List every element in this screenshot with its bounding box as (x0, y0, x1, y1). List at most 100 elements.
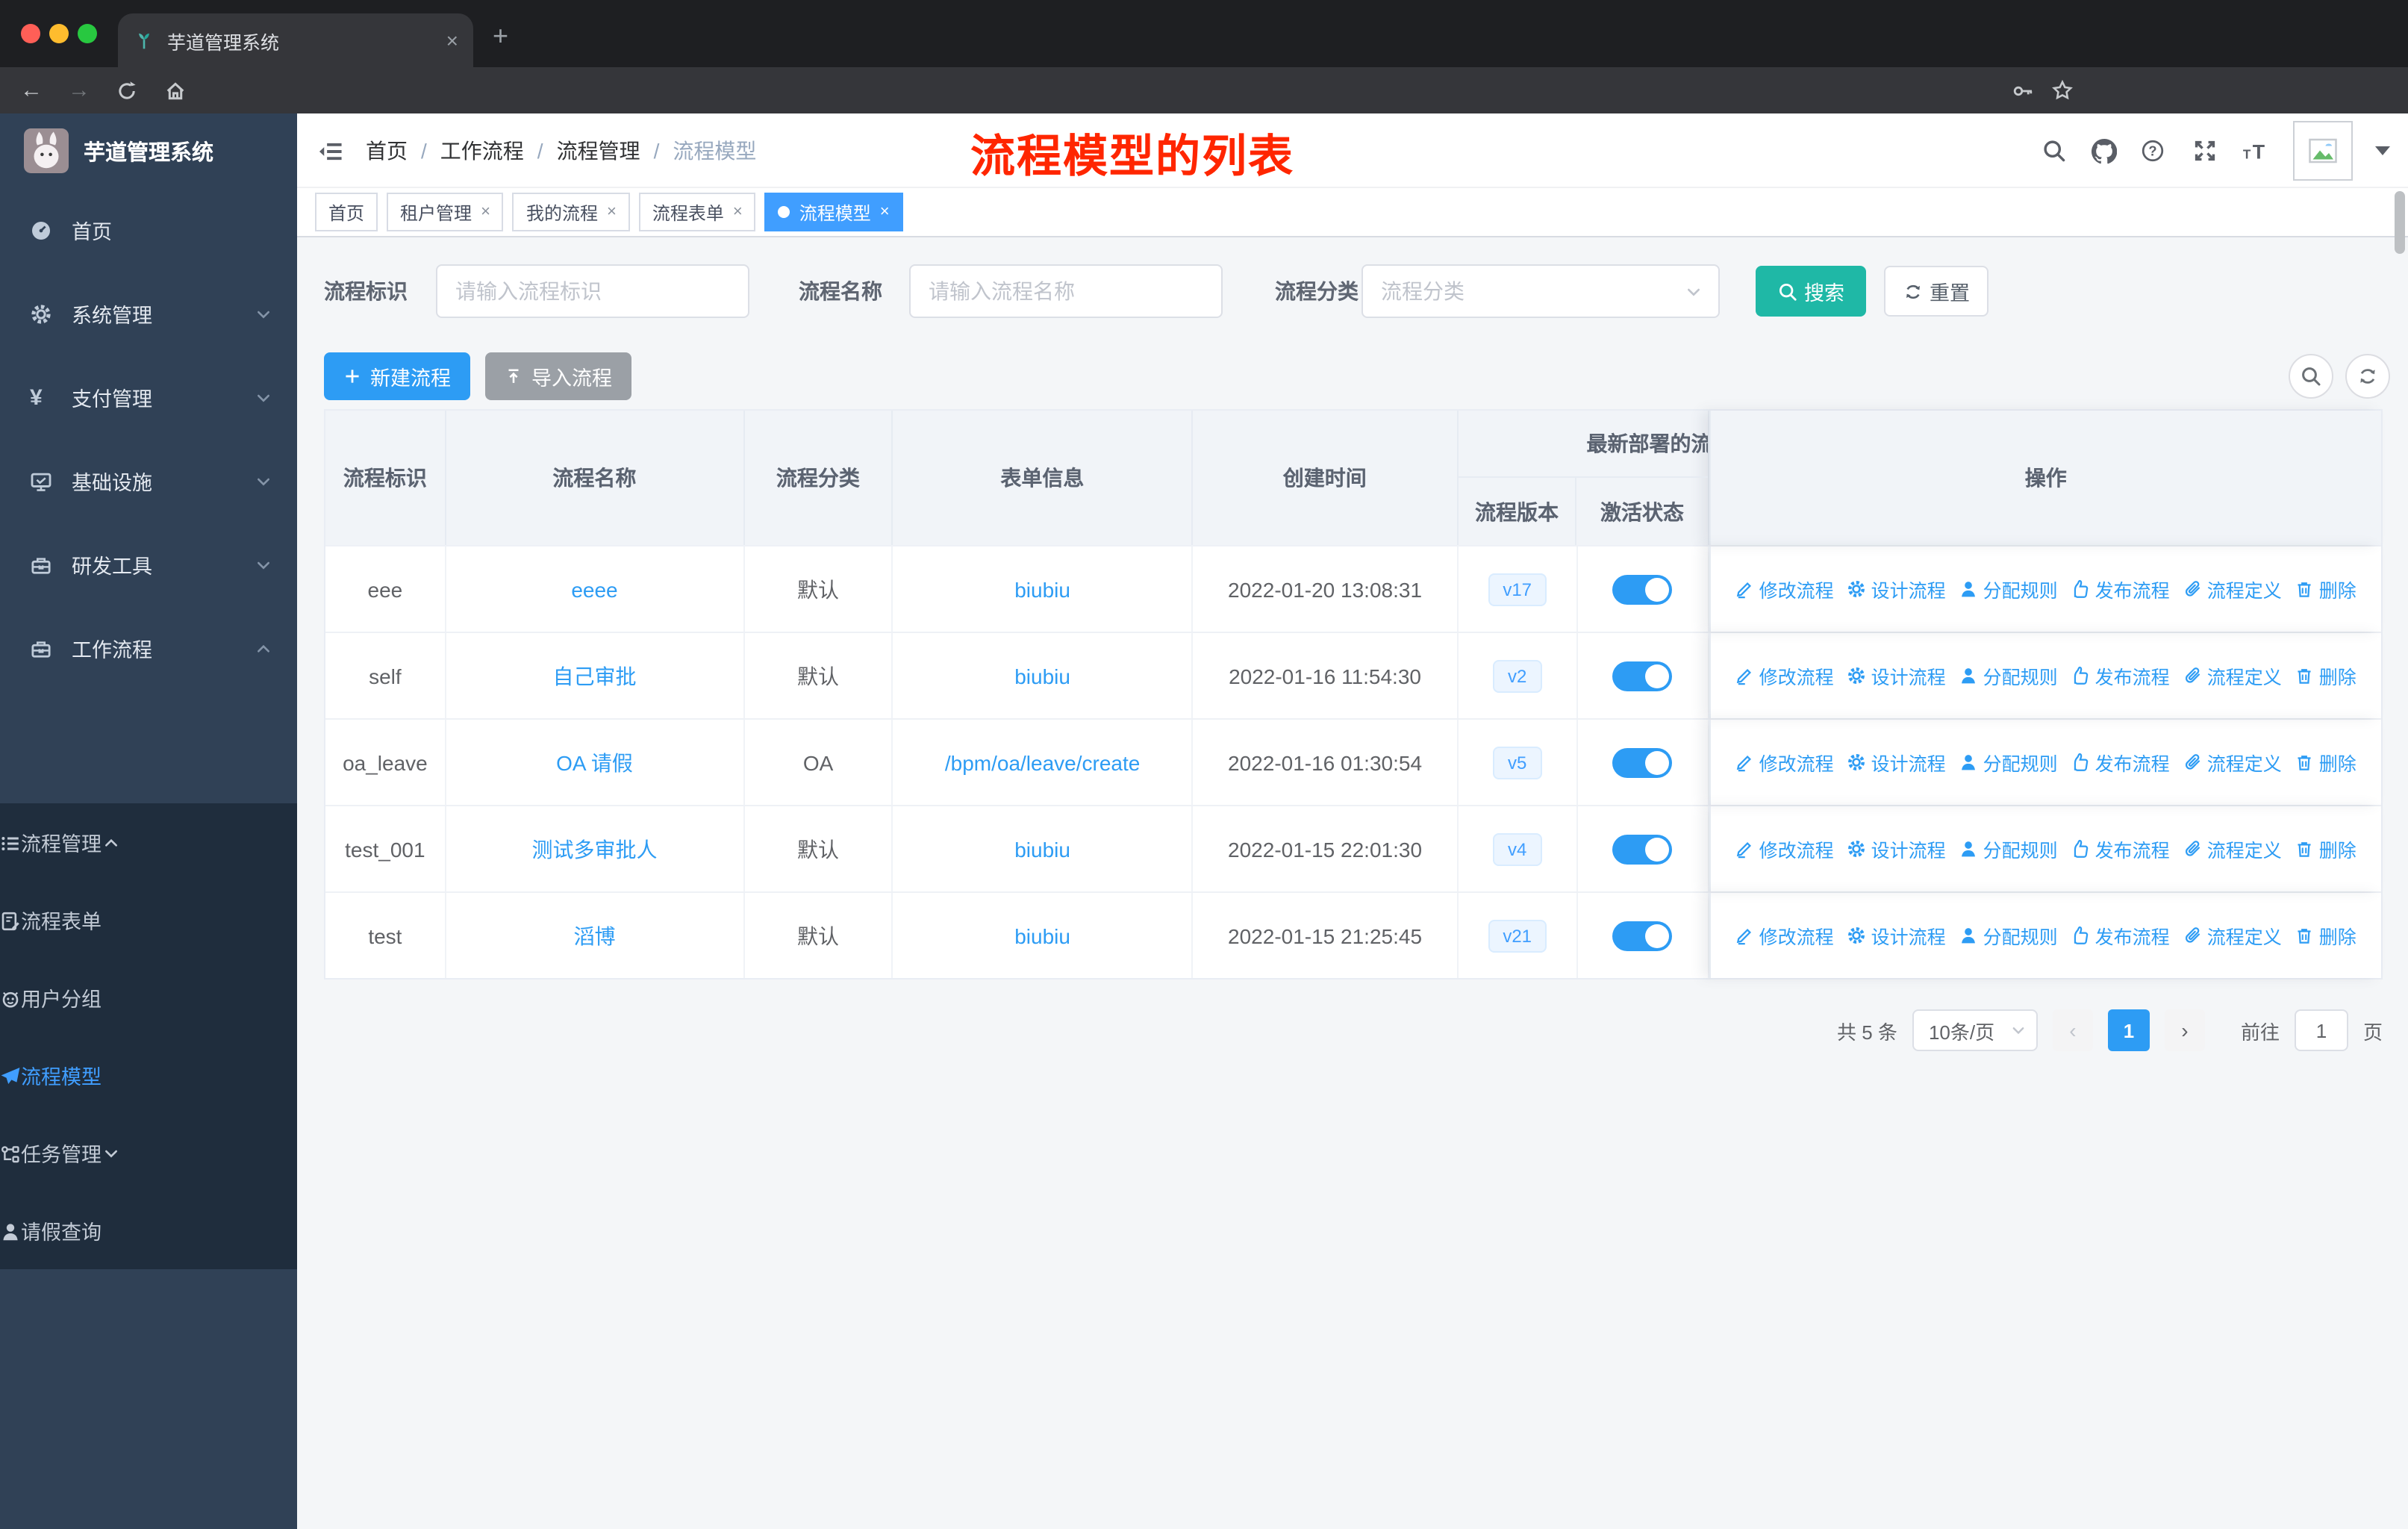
current-page-button[interactable]: 1 (2107, 1009, 2150, 1051)
delete-link[interactable]: 删除 (2295, 575, 2356, 603)
assign-rule-link[interactable]: 分配规则 (1959, 921, 2058, 950)
app-logo[interactable]: 芋道管理系统 (0, 113, 297, 188)
design-process-link[interactable]: 设计流程 (1847, 835, 1946, 863)
process-definition-link[interactable]: 流程定义 (2183, 575, 2282, 603)
breadcrumb-home[interactable]: 首页 (366, 136, 408, 166)
process-definition-link[interactable]: 流程定义 (2183, 748, 2282, 776)
key-icon[interactable] (2003, 67, 2042, 113)
bookmark-star-icon[interactable] (2042, 67, 2081, 113)
sidebar-item-devtools[interactable]: 研发工具 (0, 523, 297, 606)
active-toggle[interactable] (1612, 574, 1673, 604)
sidebar-item-infra[interactable]: 基础设施 (0, 439, 297, 523)
publish-process-link[interactable]: 发布流程 (2071, 835, 2170, 863)
close-icon[interactable]: × (607, 203, 617, 221)
delete-link[interactable]: 删除 (2295, 921, 2356, 950)
active-toggle[interactable] (1612, 834, 1673, 864)
process-key-input[interactable] (436, 264, 749, 318)
font-size-icon[interactable] (2232, 127, 2280, 175)
reset-button[interactable]: 重置 (1884, 266, 1989, 317)
refresh-table-button[interactable] (2345, 354, 2390, 399)
assign-rule-link[interactable]: 分配规则 (1959, 835, 2058, 863)
goto-page-input[interactable] (2294, 1009, 2348, 1051)
tag-my-process[interactable]: 我的流程 × (512, 193, 630, 231)
close-icon[interactable]: × (481, 203, 490, 221)
model-name-link[interactable]: OA 请假 (556, 747, 633, 777)
scrollbar-thumb[interactable] (2395, 191, 2405, 254)
category-select[interactable]: 流程分类 (1361, 264, 1720, 318)
form-link[interactable]: biubiu (1014, 837, 1070, 861)
process-definition-link[interactable]: 流程定义 (2183, 921, 2282, 950)
model-name-link[interactable]: 测试多审批人 (531, 834, 657, 864)
breadcrumb-process-manage[interactable]: 流程管理 (557, 136, 640, 166)
form-link[interactable]: biubiu (1014, 924, 1070, 947)
home-icon[interactable] (155, 67, 194, 113)
window-close-button[interactable] (21, 24, 40, 43)
active-toggle[interactable] (1612, 747, 1673, 777)
window-minimize-button[interactable] (49, 24, 69, 43)
process-definition-link[interactable]: 流程定义 (2183, 835, 2282, 863)
delete-link[interactable]: 删除 (2295, 748, 2356, 776)
search-button[interactable]: 搜索 (1756, 266, 1866, 317)
import-process-button[interactable]: 导入流程 (485, 352, 631, 400)
assign-rule-link[interactable]: 分配规则 (1959, 575, 2058, 603)
back-icon[interactable]: ← (12, 67, 51, 113)
delete-link[interactable]: 删除 (2295, 835, 2356, 863)
design-process-link[interactable]: 设计流程 (1847, 661, 1946, 690)
delete-link[interactable]: 删除 (2295, 661, 2356, 690)
forward-icon[interactable]: → (60, 67, 99, 113)
tag-process-form[interactable]: 流程表单 × (638, 193, 756, 231)
breadcrumb-workflow[interactable]: 工作流程 (440, 136, 524, 166)
edit-process-link[interactable]: 修改流程 (1735, 835, 1834, 863)
model-name-link[interactable]: eeee (571, 577, 617, 601)
edit-process-link[interactable]: 修改流程 (1735, 575, 1834, 603)
publish-process-link[interactable]: 发布流程 (2071, 748, 2170, 776)
new-tab-button[interactable]: + (493, 22, 508, 49)
form-link[interactable]: biubiu (1014, 664, 1070, 688)
form-link[interactable]: biubiu (1014, 577, 1070, 601)
assign-rule-link[interactable]: 分配规则 (1959, 661, 2058, 690)
assign-rule-link[interactable]: 分配规则 (1959, 748, 2058, 776)
avatar[interactable] (2293, 121, 2353, 181)
page-size-select[interactable]: 10条/页 (1912, 1009, 2038, 1051)
fullscreen-icon[interactable] (2181, 127, 2229, 175)
sidebar-item-workflow[interactable]: 工作流程 (0, 606, 297, 690)
create-process-button[interactable]: 新建流程 (324, 352, 470, 400)
hamburger-icon[interactable] (306, 127, 354, 175)
reload-icon[interactable] (107, 67, 146, 113)
form-link[interactable]: /bpm/oa/leave/create (945, 750, 1141, 774)
close-icon[interactable]: × (880, 203, 890, 221)
edit-process-link[interactable]: 修改流程 (1735, 661, 1834, 690)
model-name-link[interactable]: 自己审批 (552, 661, 636, 691)
help-icon[interactable] (2129, 127, 2177, 175)
edit-process-link[interactable]: 修改流程 (1735, 748, 1834, 776)
design-process-link[interactable]: 设计流程 (1847, 921, 1946, 950)
caret-down-icon[interactable] (2375, 146, 2390, 155)
sidebar-item-pay[interactable]: ¥ 支付管理 (0, 355, 297, 439)
sidebar-item-leave-query[interactable]: 请假查询 (0, 1192, 297, 1269)
model-name-link[interactable]: 滔博 (573, 921, 615, 950)
browser-tab[interactable]: 芋道管理系统 × (118, 13, 473, 67)
window-zoom-button[interactable] (78, 24, 97, 43)
sidebar-item-process-model[interactable]: 流程模型 (0, 1036, 297, 1114)
sidebar-item-user-group[interactable]: 用户分组 (0, 959, 297, 1036)
publish-process-link[interactable]: 发布流程 (2071, 661, 2170, 690)
close-icon[interactable]: × (733, 203, 743, 221)
active-toggle[interactable] (1612, 921, 1673, 950)
design-process-link[interactable]: 设计流程 (1847, 748, 1946, 776)
active-toggle[interactable] (1612, 661, 1673, 691)
design-process-link[interactable]: 设计流程 (1847, 575, 1946, 603)
tag-process-model[interactable]: 流程模型 × (764, 193, 903, 231)
edit-process-link[interactable]: 修改流程 (1735, 921, 1834, 950)
publish-process-link[interactable]: 发布流程 (2071, 921, 2170, 950)
next-page-button[interactable]: › (2164, 1009, 2205, 1051)
tab-close-icon[interactable]: × (446, 30, 458, 51)
show-search-button[interactable] (2289, 354, 2333, 399)
sidebar-item-system[interactable]: 系统管理 (0, 272, 297, 355)
github-icon[interactable] (2080, 127, 2127, 175)
sidebar-item-process-manage[interactable]: 流程管理 (0, 803, 297, 881)
sidebar-item-process-form[interactable]: 流程表单 (0, 881, 297, 959)
sidebar-item-task-manage[interactable]: 任务管理 (0, 1114, 297, 1192)
tag-home[interactable]: 首页 (315, 193, 378, 231)
search-icon[interactable] (2030, 127, 2078, 175)
prev-page-button[interactable]: ‹ (2052, 1009, 2093, 1051)
